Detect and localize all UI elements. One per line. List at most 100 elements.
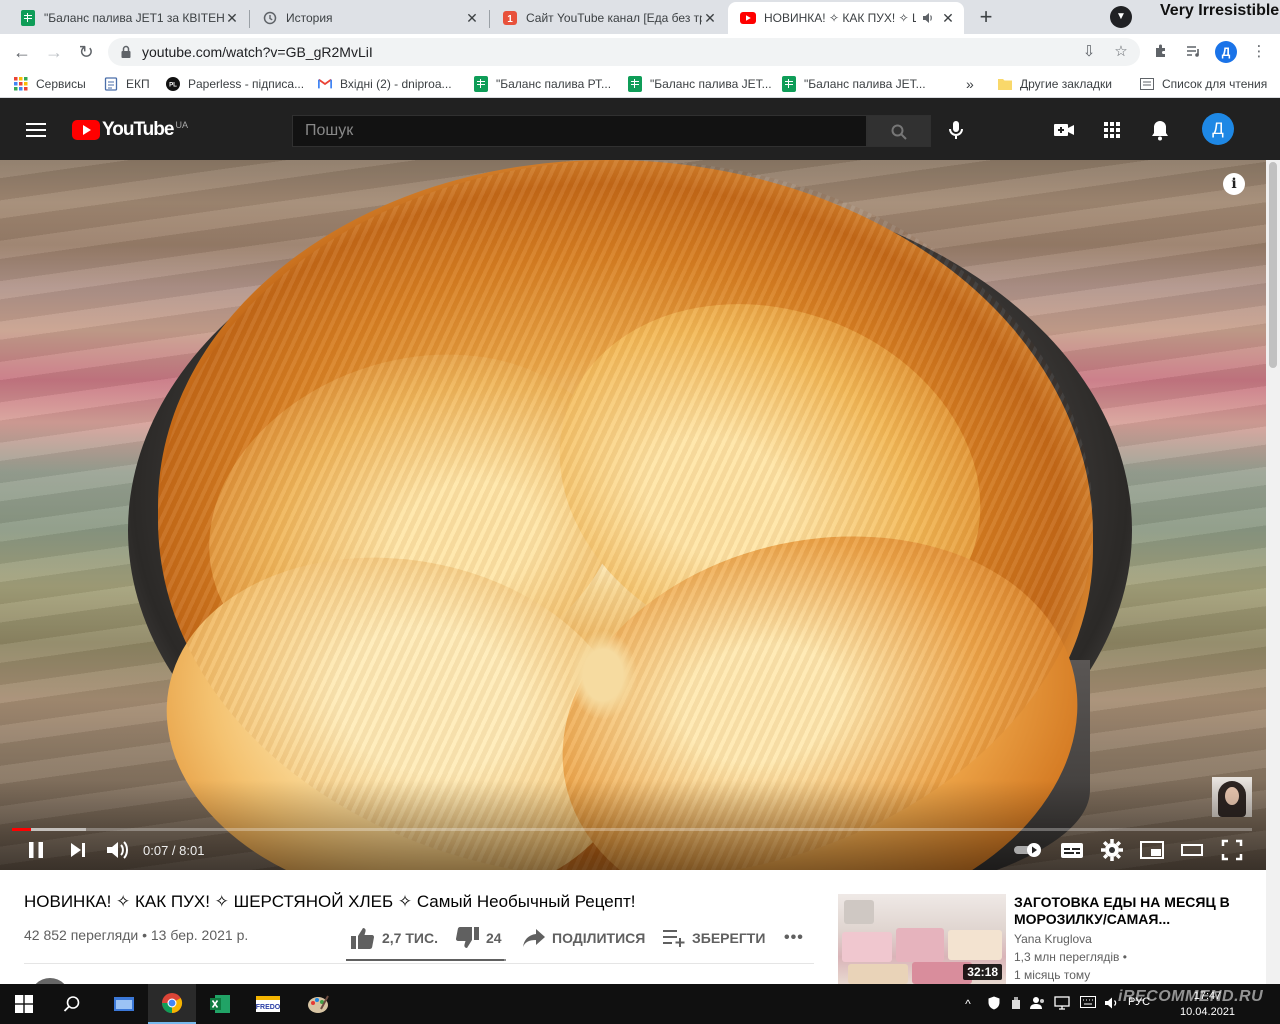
bookmarks-overflow-button[interactable]: »	[966, 75, 974, 93]
extensions-icon[interactable]	[1152, 43, 1170, 61]
network-icon[interactable]	[1054, 996, 1070, 1012]
reading-list[interactable]: Список для чтения	[1140, 75, 1267, 93]
close-tab-icon[interactable]: ✕	[702, 10, 718, 26]
taskbar-explorer[interactable]	[100, 984, 148, 1024]
other-bookmarks[interactable]: Другие закладки	[998, 75, 1112, 93]
menu-dots-icon[interactable]: ⋮	[1250, 43, 1268, 61]
url-text[interactable]: youtube.com/watch?v=GB_gR2MvLiI	[142, 44, 373, 60]
taskbar-paint[interactable]	[294, 984, 342, 1024]
tab-history[interactable]: История ✕	[250, 2, 488, 34]
reading-list-icon	[1140, 77, 1154, 91]
miniplayer-icon[interactable]	[1138, 836, 1166, 864]
dislike-button[interactable]: 24	[454, 920, 502, 956]
recommended-channel[interactable]: Yana Kruglova	[1014, 932, 1092, 946]
profile-avatar[interactable]: Д	[1215, 41, 1237, 63]
save-button[interactable]: ЗБЕРЕГТИ	[662, 920, 765, 956]
tab-youtube-review[interactable]: 1 Сайт YouTube канал [Еда без тр ✕	[490, 2, 726, 34]
forward-arrow-icon[interactable]: →	[42, 40, 66, 64]
video-player[interactable]: i 0:07 / 8:01	[0, 160, 1266, 870]
bookmark-services[interactable]: Сервисы	[14, 75, 86, 93]
security-shield-icon[interactable]	[986, 996, 1002, 1012]
video-thumbnail[interactable]: 32:18	[838, 894, 1006, 984]
search-button[interactable]	[867, 115, 931, 147]
settings-gear-icon[interactable]	[1098, 836, 1126, 864]
time-display: 0:07 / 8:01	[143, 843, 205, 858]
apps-grid-icon	[14, 77, 28, 91]
close-tab-icon[interactable]: ✕	[940, 10, 956, 26]
sheets-icon	[474, 76, 488, 92]
recommended-title[interactable]: ЗАГОТОВКА ЕДЫ НА МЕСЯЦ В МОРОЗИЛКУ/САМАЯ…	[1014, 894, 1254, 928]
taskbar-search[interactable]	[48, 984, 96, 1024]
user-avatar[interactable]: Д	[1202, 113, 1234, 145]
paint-palette-icon	[308, 995, 329, 1013]
video-meta: 42 852 перегляди • 13 бер. 2021 р.	[24, 927, 249, 943]
divider	[24, 963, 814, 964]
logo-text: YouTube	[102, 119, 174, 140]
close-tab-icon[interactable]: ✕	[464, 10, 480, 26]
recommended-video[interactable]: 32:18 ЗАГОТОВКА ЕДЫ НА МЕСЯЦ В МОРОЗИЛКУ…	[838, 894, 1268, 986]
start-button[interactable]	[0, 984, 48, 1024]
next-video-icon[interactable]	[64, 836, 92, 864]
taskbar-excel[interactable]	[196, 984, 244, 1024]
svg-text:1: 1	[507, 14, 513, 25]
tab-title: НОВИНКА! ✧ КАК ПУХ! ✧ Ш	[764, 11, 916, 25]
create-video-icon[interactable]	[1051, 117, 1077, 143]
info-icon[interactable]: i	[1223, 173, 1245, 195]
bookmark-label: Сервисы	[36, 77, 86, 91]
page-scrollbar[interactable]	[1266, 160, 1280, 984]
close-tab-icon[interactable]: ✕	[224, 10, 240, 26]
autoplay-toggle-icon[interactable]	[1012, 836, 1046, 864]
search-icon	[891, 124, 907, 140]
pause-icon[interactable]	[22, 836, 50, 864]
fullscreen-icon[interactable]	[1218, 836, 1246, 864]
people-icon[interactable]	[1030, 996, 1046, 1012]
menu-icon[interactable]	[26, 123, 46, 137]
like-button[interactable]: 2,7 ТИС.	[350, 920, 438, 956]
like-ratio-bar	[346, 959, 506, 961]
video-title: НОВИНКА! ✧ КАК ПУХ! ✧ ШЕРСТЯНОЙ ХЛЕБ ✧ С…	[24, 892, 636, 911]
back-arrow-icon[interactable]: ←	[10, 40, 34, 64]
address-bar[interactable]: youtube.com/watch?v=GB_gR2MvLiI ⇩ ☆	[108, 38, 1140, 66]
media-control-icon[interactable]	[1184, 43, 1202, 61]
taskbar-chrome[interactable]	[148, 984, 196, 1024]
bookmark-paperless[interactable]: PL Paperless - підписа...	[166, 75, 304, 93]
progress-bar[interactable]	[12, 828, 1252, 831]
apps-icon[interactable]	[1099, 117, 1125, 143]
region-code: UA	[175, 120, 188, 130]
volume-icon[interactable]	[103, 836, 131, 864]
microphone-icon[interactable]	[943, 117, 969, 143]
bookmark-balance-rt[interactable]: "Баланс палива РТ...	[474, 75, 611, 93]
more-actions-button[interactable]: •••	[784, 920, 804, 956]
keyboard-icon[interactable]	[1080, 996, 1096, 1012]
taskbar-fredo[interactable]: FREDO	[244, 984, 292, 1024]
notifications-bell-icon[interactable]	[1147, 117, 1173, 143]
tab-youtube-video[interactable]: НОВИНКА! ✧ КАК ПУХ! ✧ Ш ✕	[728, 2, 964, 34]
youtube-logo[interactable]: YouTube UA	[72, 119, 188, 141]
scrollbar-thumb[interactable]	[1269, 162, 1277, 368]
svg-text:PL: PL	[169, 82, 177, 89]
recommended-views: 1,3 млн переглядів •	[1014, 950, 1127, 964]
otzovik-icon: 1	[502, 10, 518, 26]
video-duration: 32:18	[963, 964, 1002, 980]
search-box[interactable]	[292, 115, 867, 147]
usb-drive-icon[interactable]	[1008, 996, 1024, 1012]
audio-playing-icon[interactable]	[920, 10, 936, 26]
bookmark-gmail[interactable]: Вхідні (2) - dniproa...	[318, 75, 452, 93]
share-button[interactable]: ПОДІЛИТИСЯ	[522, 920, 645, 956]
bookmark-balance-jet-1[interactable]: "Баланс палива JET...	[628, 75, 772, 93]
search-input[interactable]	[293, 116, 866, 146]
show-hidden-icons[interactable]: ^	[960, 996, 976, 1012]
reload-icon[interactable]: ↻	[74, 40, 98, 64]
bookmark-balance-jet-2[interactable]: "Баланс палива JET...	[782, 75, 926, 93]
tab-search-button[interactable]: ▼	[1110, 6, 1132, 28]
subtitles-icon[interactable]	[1058, 836, 1086, 864]
install-app-icon[interactable]: ⇩	[1080, 43, 1098, 61]
youtube-icon	[740, 10, 756, 26]
lock-icon[interactable]	[118, 44, 134, 60]
new-tab-button[interactable]: +	[972, 4, 1000, 32]
bookmark-star-icon[interactable]: ☆	[1112, 43, 1130, 61]
windows-taskbar: FREDO ^ РУС 17:47 10.04.2021	[0, 984, 1280, 1024]
tab-fuel-balance[interactable]: "Баланс палива JET1 за КВІТЕНЬ ✕	[8, 2, 248, 34]
bookmark-ekp[interactable]: ЕКП	[104, 75, 150, 93]
theater-mode-icon[interactable]	[1178, 836, 1206, 864]
